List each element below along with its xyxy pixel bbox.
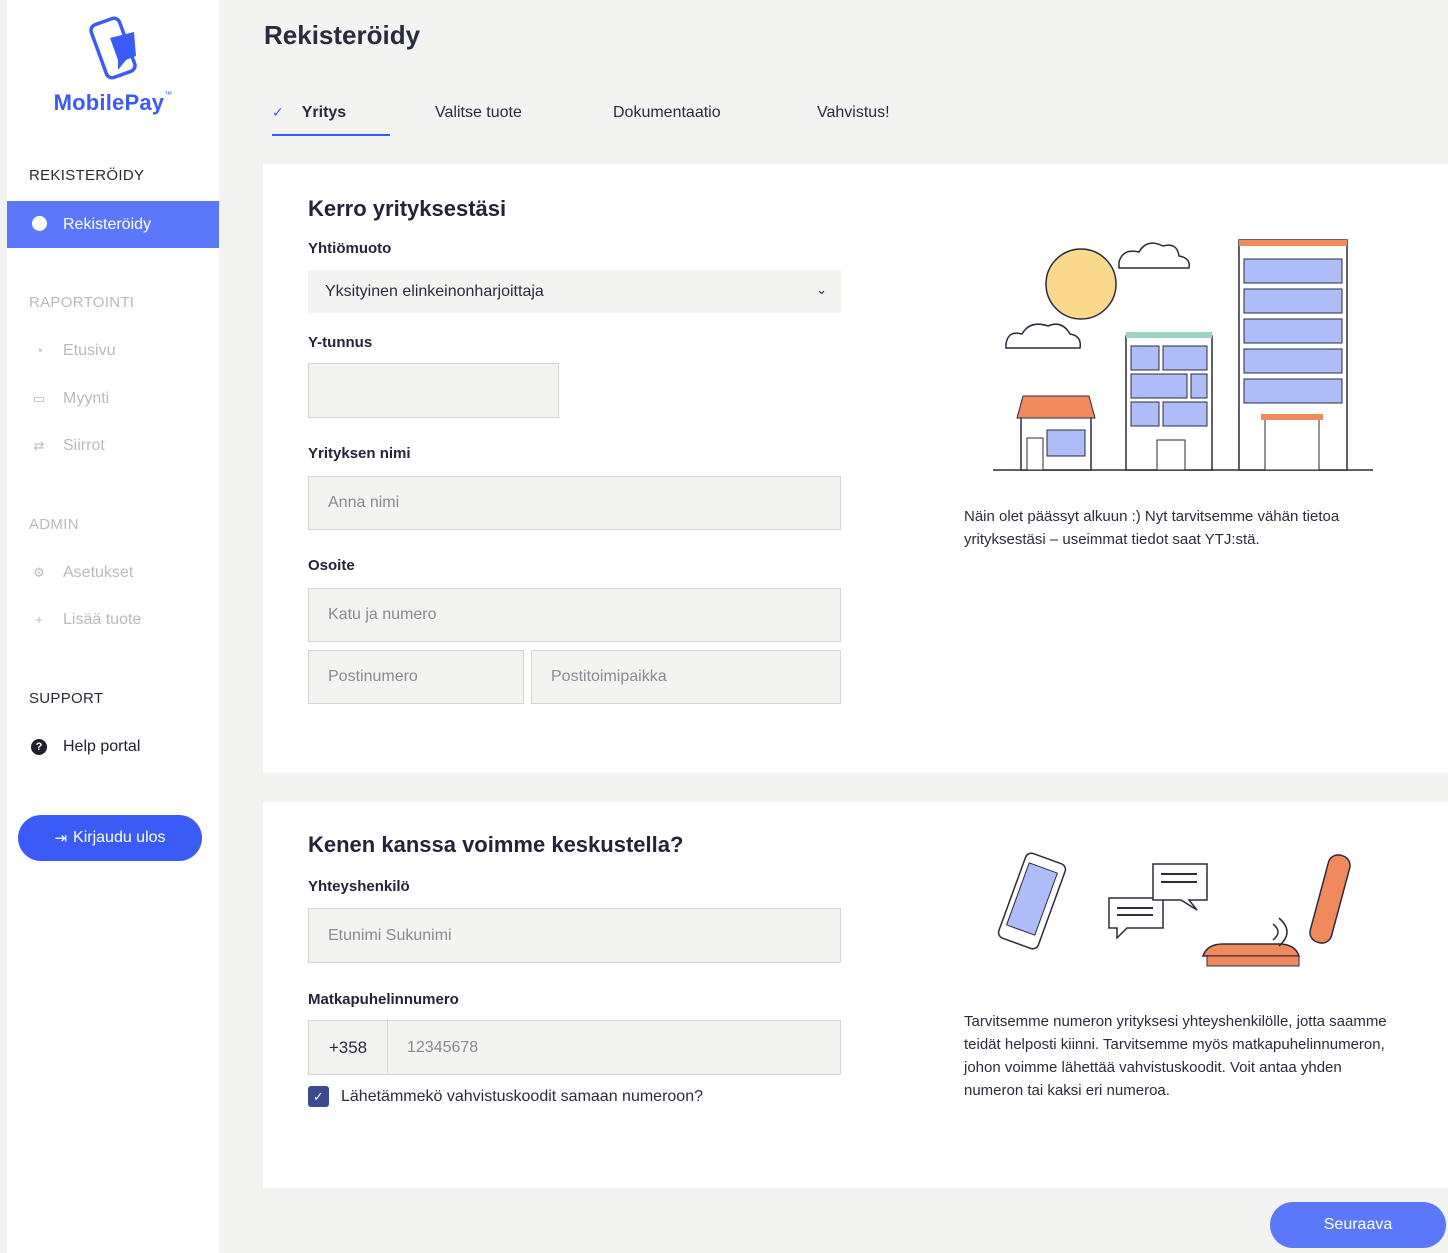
contact-person-input[interactable]: Etunimi Sukunimi (308, 908, 841, 963)
tab-label: Vahvistus! (817, 104, 890, 121)
logout-icon: ⇥ (54, 830, 68, 847)
next-button[interactable]: Seuraava (1270, 1202, 1446, 1248)
dashboard-icon: ◔ (35, 343, 43, 358)
city-input[interactable]: Postitoimipaikka (531, 650, 841, 704)
city-illustration (993, 239, 1373, 471)
company-name-label: Yrityksen nimi (308, 445, 411, 462)
sidebar-item-help-portal[interactable]: ? Help portal (7, 723, 219, 770)
sidebar-item-label: Etusivu (63, 341, 116, 359)
tab-select-product[interactable]: Valitse tuote (435, 98, 522, 136)
section-reporting: RAPORTOINTI (29, 294, 135, 311)
sidebar-item-register[interactable]: Rekisteröidy (7, 201, 219, 248)
contact-card-title: Kenen kanssa voimme keskustella? (308, 832, 684, 857)
page-title: Rekisteröidy (264, 20, 421, 50)
tab-label: Dokumentaatio (613, 104, 721, 121)
company-card-title: Kerro yrityksestäsi (308, 196, 507, 221)
logo-wordmark: MobilePay™ (53, 90, 173, 115)
company-info-text: Näin olet päässyt alkuun :) Nyt tarvitse… (964, 508, 1340, 548)
business-id-input[interactable] (308, 363, 559, 418)
sidebar-item-label: Siirrot (63, 436, 105, 454)
address-label: Osoite (308, 557, 355, 574)
company-type-value: Yksityinen elinkeinonharjoittaja (325, 282, 544, 300)
transfer-arrows-icon: ⇄ (33, 437, 45, 453)
section-register: REKISTERÖIDY (29, 167, 145, 184)
logout-label: Kirjaudu ulos (73, 829, 166, 846)
company-info-card: Kerro yrityksestäsi Yhtiömuoto Yksityine… (263, 164, 1448, 773)
tab-company[interactable]: ✓ Yritys (272, 98, 390, 136)
sidebar: MobilePay™ REKISTERÖIDY Rekisteröidy RAP… (7, 0, 219, 1253)
phone-label: Matkapuhelinnumero (308, 991, 459, 1008)
sidebar-item-label: Rekisteröidy (63, 215, 152, 233)
company-type-select[interactable]: Yksityinen elinkeinonharjoittaja ⌄ (308, 270, 841, 313)
phone-prefix[interactable]: +358 (308, 1020, 388, 1075)
contact-person-label: Yhteyshenkilö (308, 878, 410, 895)
tab-documentation[interactable]: Dokumentaatio (613, 98, 721, 136)
street-input[interactable]: Katu ja numero (308, 588, 841, 642)
circle-icon (29, 215, 49, 234)
contact-card: Kenen kanssa voimme keskustella? Yhteysh… (263, 802, 1448, 1188)
postal-code-input[interactable]: Postinumero (308, 650, 524, 704)
mobilepay-logo-icon (89, 16, 137, 80)
gear-icon: ⚙ (33, 564, 45, 580)
help-icon: ? (29, 738, 49, 755)
sidebar-item-label: Myynti (63, 389, 110, 407)
card-icon: ▭ (32, 390, 46, 406)
logout-button[interactable]: ⇥ Kirjaudu ulos (18, 815, 202, 861)
same-number-row[interactable]: ✓ Lähetämmekö vahvistuskoodit samaan num… (308, 1086, 703, 1107)
tab-label: Yritys (301, 104, 347, 121)
sidebar-item-add-product[interactable]: + Lisää tuote (7, 596, 219, 643)
sidebar-item-sales[interactable]: ▭ Myynti (7, 375, 219, 422)
sidebar-item-label: Lisää tuote (63, 610, 142, 628)
contact-info-text: Tarvitsemme numeron yrityksesi yhteyshen… (964, 1013, 1387, 1099)
mobilepay-logo[interactable]: MobilePay™ (7, 16, 219, 116)
sidebar-item-home[interactable]: ◔ Etusivu (7, 327, 219, 374)
plus-icon: + (35, 612, 43, 627)
company-type-label: Yhtiömuoto (308, 240, 392, 257)
business-id-label: Y-tunnus (308, 334, 373, 351)
section-support: SUPPORT (29, 690, 104, 707)
tab-confirmation[interactable]: Vahvistus! (817, 98, 890, 136)
same-number-label: Lähetämmekö vahvistuskoodit samaan numer… (341, 1087, 703, 1105)
same-number-checkbox[interactable]: ✓ (308, 1086, 329, 1107)
check-icon: ✓ (272, 104, 284, 120)
company-name-input[interactable]: Anna nimi (308, 476, 841, 530)
chevron-down-icon: ⌄ (816, 282, 827, 297)
phone-input[interactable]: 12345678 (387, 1020, 841, 1075)
sidebar-item-transfers[interactable]: ⇄ Siirrot (7, 422, 219, 469)
tab-label: Valitse tuote (435, 104, 522, 121)
sidebar-item-label: Help portal (63, 737, 141, 755)
section-admin: ADMIN (29, 516, 79, 533)
sidebar-item-label: Asetukset (63, 563, 134, 581)
contact-illustration (997, 852, 1351, 967)
sidebar-item-settings[interactable]: ⚙ Asetukset (7, 549, 219, 596)
